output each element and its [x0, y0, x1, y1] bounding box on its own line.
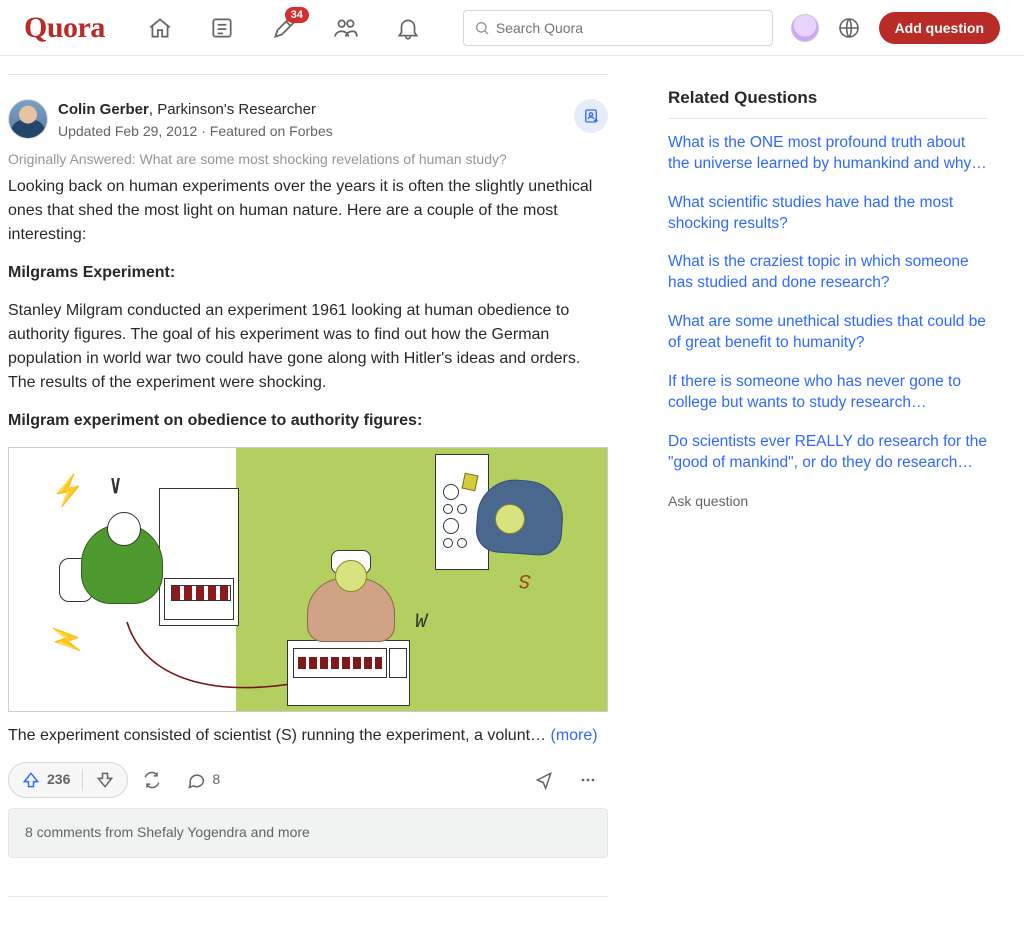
- related-title: Related Questions: [668, 86, 988, 110]
- downvote-button[interactable]: [83, 763, 127, 797]
- intro-paragraph: Looking back on human experiments over t…: [8, 175, 608, 247]
- illustration-image[interactable]: ⚡ ⚡ \/: [8, 447, 608, 712]
- main-column: Colin Gerber, Parkinson's Researcher Upd…: [8, 56, 608, 897]
- author-name[interactable]: Colin Gerber: [58, 101, 149, 118]
- sidebar: Related Questions What is the ONE most p…: [668, 56, 988, 897]
- answer-badge: 34: [285, 7, 309, 23]
- subscribe-icon[interactable]: [574, 99, 608, 133]
- answer-icon[interactable]: 34: [271, 15, 297, 41]
- quora-logo[interactable]: Quora: [24, 7, 105, 49]
- comment-button[interactable]: 8: [176, 764, 230, 796]
- originally-answered[interactable]: Originally Answered: What are some most …: [8, 150, 608, 170]
- more-link[interactable]: (more): [550, 727, 597, 744]
- home-icon[interactable]: [147, 15, 173, 41]
- spaces-icon[interactable]: [333, 15, 359, 41]
- user-avatar[interactable]: [791, 14, 819, 42]
- vote-pill: 236: [8, 762, 128, 798]
- add-question-button[interactable]: Add question: [879, 12, 1000, 44]
- notifications-icon[interactable]: [395, 15, 421, 41]
- related-link[interactable]: What are some unethical studies that cou…: [668, 312, 988, 354]
- more-options-button[interactable]: [568, 764, 608, 796]
- section-heading-1: Milgrams Experiment:: [8, 264, 175, 281]
- search-box[interactable]: [463, 10, 773, 46]
- nav-icons: 34: [147, 15, 421, 41]
- related-link[interactable]: What is the craziest topic in which some…: [668, 252, 988, 294]
- author-avatar[interactable]: [8, 99, 48, 139]
- upvote-count: 236: [47, 770, 70, 790]
- comment-count: 8: [212, 770, 220, 790]
- action-bar: 236 8: [8, 762, 608, 798]
- comments-summary[interactable]: 8 comments from Shefaly Yogendra and mor…: [8, 808, 608, 858]
- related-link[interactable]: What scientific studies have had the mos…: [668, 193, 988, 235]
- answer-meta: Updated Feb 29, 2012 · Featured on Forbe…: [58, 122, 564, 142]
- language-icon[interactable]: [837, 16, 861, 40]
- divider: [8, 74, 608, 75]
- related-link[interactable]: If there is someone who has never gone t…: [668, 372, 988, 414]
- author-credential: , Parkinson's Researcher: [149, 101, 316, 118]
- following-icon[interactable]: [209, 15, 235, 41]
- answer-card: Colin Gerber, Parkinson's Researcher Upd…: [8, 89, 608, 868]
- search-input[interactable]: [496, 20, 762, 36]
- search-icon: [474, 20, 490, 36]
- share-button[interactable]: [524, 764, 564, 796]
- section-heading-2: Milgram experiment on obedience to autho…: [8, 412, 422, 429]
- paragraph-2: Stanley Milgram conducted an experiment …: [8, 299, 608, 395]
- related-link[interactable]: What is the ONE most profound truth abou…: [668, 133, 988, 175]
- top-header: Quora 34 Add question: [0, 0, 1024, 56]
- divider: [8, 896, 608, 897]
- header-right: Add question: [791, 12, 1000, 44]
- ask-question-link[interactable]: Ask question: [668, 492, 988, 512]
- truncated-text: The experiment consisted of scientist (S…: [8, 727, 550, 744]
- related-link[interactable]: Do scientists ever REALLY do research fo…: [668, 432, 988, 474]
- divider: [668, 118, 988, 119]
- answer-body: Looking back on human experiments over t…: [8, 175, 608, 748]
- repost-button[interactable]: [132, 764, 172, 796]
- upvote-button[interactable]: 236: [9, 763, 82, 797]
